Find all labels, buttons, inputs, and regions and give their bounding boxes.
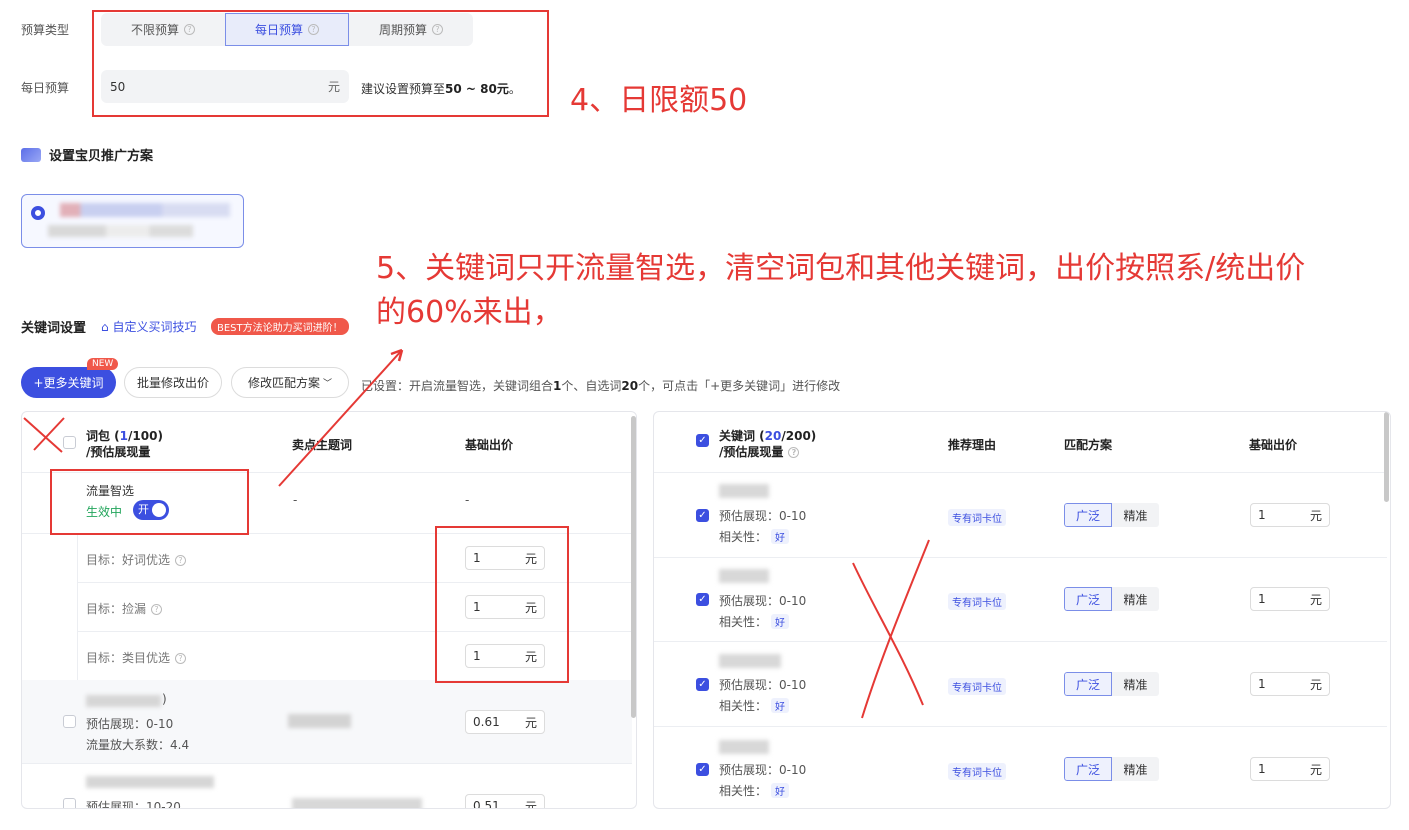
arrow-line [278,349,403,487]
cross-mark-stroke [861,539,930,719]
cross-mark-stroke [23,417,63,453]
annotation-strokes [23,348,930,719]
cross-mark-stroke [852,562,924,706]
cross-mark-stroke [33,417,65,451]
